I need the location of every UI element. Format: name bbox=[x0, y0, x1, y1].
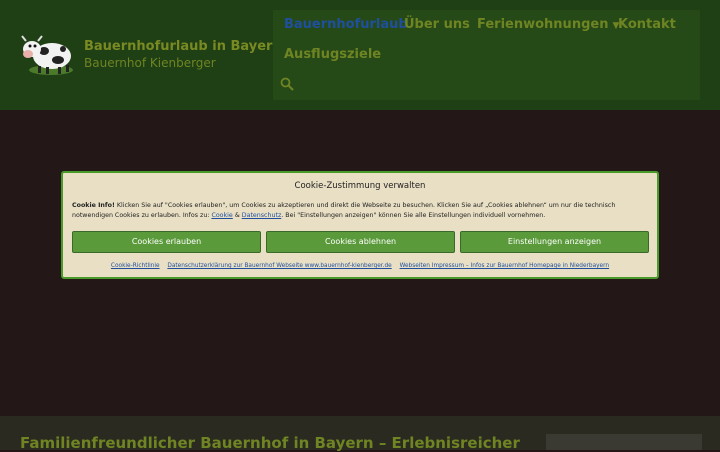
cookie-settings-button[interactable]: Einstellungen anzeigen bbox=[460, 231, 649, 253]
nav-item-kontakt[interactable]: Kontakt bbox=[618, 17, 676, 32]
datenschutz-link[interactable]: Datenschutz bbox=[242, 212, 282, 219]
site-title[interactable]: Bauernhofurlaub in Bayern bbox=[84, 39, 274, 54]
cookie-amp: & bbox=[232, 212, 242, 219]
content-title: Familienfreundlicher Bauernhof in Bayern… bbox=[20, 434, 520, 452]
nav-item-ferienwohnungen[interactable]: Ferienwohnungen ▼ bbox=[477, 17, 619, 32]
cookie-banner: Cookie-Zustimmung verwalten Cookie Info!… bbox=[61, 171, 659, 279]
sidebar-box bbox=[546, 434, 702, 450]
cookie-title: Cookie-Zustimmung verwalten bbox=[294, 181, 426, 191]
imprint-link[interactable]: Webseiten Impressum – Infos zur Bauernho… bbox=[400, 263, 610, 269]
cookie-link[interactable]: Cookie bbox=[211, 212, 232, 219]
nav-item-bauernhofurlaub[interactable]: Bauernhofurlaub bbox=[284, 17, 408, 32]
nav-item-ferienwohnungen-label: Ferienwohnungen bbox=[477, 17, 609, 32]
nav-item-ueber-uns[interactable]: Über uns bbox=[404, 17, 470, 32]
search-icon[interactable] bbox=[280, 77, 294, 91]
cookie-policy-link[interactable]: Cookie-Richtlinie bbox=[111, 263, 160, 269]
cookie-text-part2: . Bei "Einstellungen anzeigen" können Si… bbox=[281, 212, 546, 219]
cookie-info-label: Cookie Info! bbox=[72, 202, 115, 209]
cookie-footer-links: Cookie-Richtlinie Datenschutzerklärung z… bbox=[63, 263, 657, 269]
privacy-policy-link[interactable]: Datenschutzerklärung zur Bauernhof Webse… bbox=[167, 263, 391, 269]
cookie-text: Cookie Info! Klicken Sie auf "Cookies er… bbox=[72, 201, 652, 221]
site-description: Bauernhof Kienberger bbox=[84, 56, 216, 70]
cow-logo-icon[interactable] bbox=[18, 30, 78, 80]
nav-item-ausflugsziele[interactable]: Ausflugsziele bbox=[284, 47, 381, 62]
accept-cookies-button[interactable]: Cookies erlauben bbox=[72, 231, 261, 253]
decline-cookies-button[interactable]: Cookies ablehnen bbox=[266, 231, 455, 253]
